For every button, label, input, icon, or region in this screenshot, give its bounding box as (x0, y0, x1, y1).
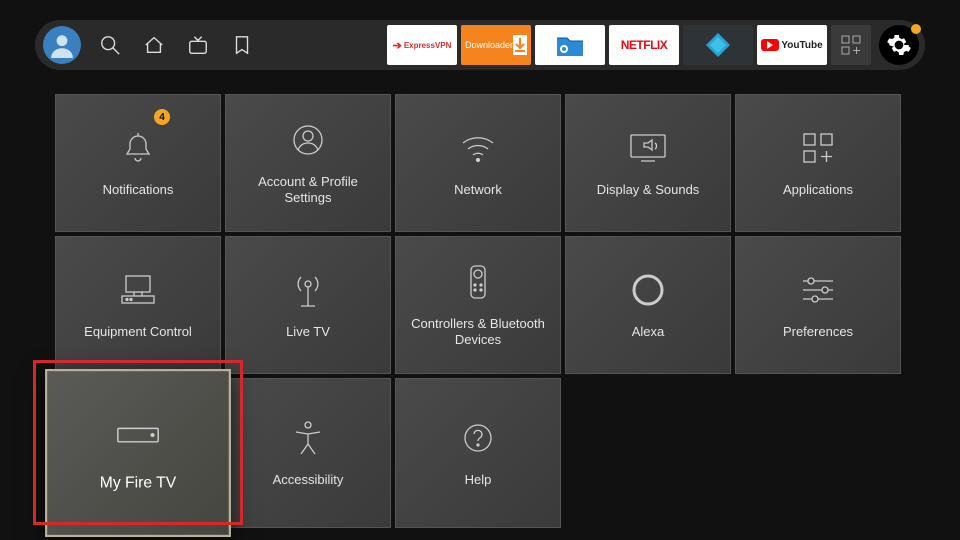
tile-controllers[interactable]: Controllers & Bluetooth Devices (395, 236, 561, 374)
tile-label: Account & Profile Settings (226, 174, 390, 207)
tile-label: Live TV (278, 324, 338, 340)
profile-avatar[interactable] (43, 26, 81, 64)
tile-label: Network (446, 182, 510, 198)
tile-label: Equipment Control (76, 324, 200, 340)
tile-help[interactable]: Help (395, 378, 561, 528)
tile-account[interactable]: Account & Profile Settings (225, 94, 391, 232)
live-tv-icon[interactable] (187, 34, 209, 56)
tile-accessibility[interactable]: Accessibility (225, 378, 391, 528)
sliders-icon (798, 270, 838, 310)
tile-network[interactable]: Network (395, 94, 561, 232)
notification-dot (911, 24, 921, 34)
home-icon[interactable] (143, 34, 165, 56)
app-es-file-explorer[interactable] (535, 25, 605, 65)
download-arrow-icon (513, 35, 527, 55)
tile-equipment[interactable]: Equipment Control (55, 236, 221, 374)
app-downloader[interactable]: Downloader (461, 25, 531, 65)
tv-sound-icon (628, 128, 668, 168)
help-icon (458, 418, 498, 458)
tile-preferences[interactable]: Preferences (735, 236, 901, 374)
equipment-icon (118, 270, 158, 310)
folder-icon (555, 32, 585, 58)
tile-notifications[interactable]: 4 Notifications (55, 94, 221, 232)
user-icon (288, 120, 328, 160)
remote-icon (458, 262, 498, 302)
alexa-icon (628, 270, 668, 310)
kodi-icon (704, 31, 732, 59)
tile-label: Display & Sounds (589, 182, 708, 198)
tile-my-fire-tv[interactable]: My Fire TV (45, 369, 231, 537)
search-icon[interactable] (99, 34, 121, 56)
nav-icons-group (99, 34, 253, 56)
tile-label: Accessibility (265, 472, 352, 488)
accessibility-icon (288, 418, 328, 458)
antenna-icon (288, 270, 328, 310)
tile-label: Preferences (775, 324, 861, 340)
tile-label: Notifications (95, 182, 182, 198)
wifi-icon (458, 128, 498, 168)
bell-icon (118, 128, 158, 168)
app-kodi[interactable] (683, 25, 753, 65)
settings-gear-button[interactable] (879, 25, 919, 65)
app-label: YouTube (781, 40, 822, 51)
tile-label: My Fire TV (91, 473, 185, 493)
apps-grid-button[interactable] (831, 25, 871, 65)
app-label: NETFLIX (621, 38, 668, 52)
pinned-apps-row: ➔ExpressVPN Downloader NETFLIX YouTube (387, 25, 919, 65)
device-box-icon (116, 413, 161, 458)
settings-grid: 4 Notifications Account & Profile Settin… (55, 94, 901, 516)
bookmark-icon[interactable] (231, 34, 253, 56)
gear-icon (886, 32, 912, 58)
tile-label: Applications (775, 182, 861, 198)
app-youtube[interactable]: YouTube (757, 25, 827, 65)
tile-display[interactable]: Display & Sounds (565, 94, 731, 232)
youtube-play-icon (761, 39, 779, 51)
tile-live-tv[interactable]: Live TV (225, 236, 391, 374)
app-netflix[interactable]: NETFLIX (609, 25, 679, 65)
app-label: ExpressVPN (404, 41, 452, 50)
tile-applications[interactable]: Applications (735, 94, 901, 232)
apps-grid-icon (798, 128, 838, 168)
app-label: Downloader (465, 40, 513, 50)
tile-label: Controllers & Bluetooth Devices (396, 316, 560, 349)
notifications-count-badge: 4 (154, 109, 170, 125)
app-expressvpn[interactable]: ➔ExpressVPN (387, 25, 457, 65)
tile-label: Alexa (624, 324, 673, 340)
tile-label: Help (457, 472, 500, 488)
tile-alexa[interactable]: Alexa (565, 236, 731, 374)
top-nav-bar: ➔ExpressVPN Downloader NETFLIX YouTube (35, 20, 925, 70)
